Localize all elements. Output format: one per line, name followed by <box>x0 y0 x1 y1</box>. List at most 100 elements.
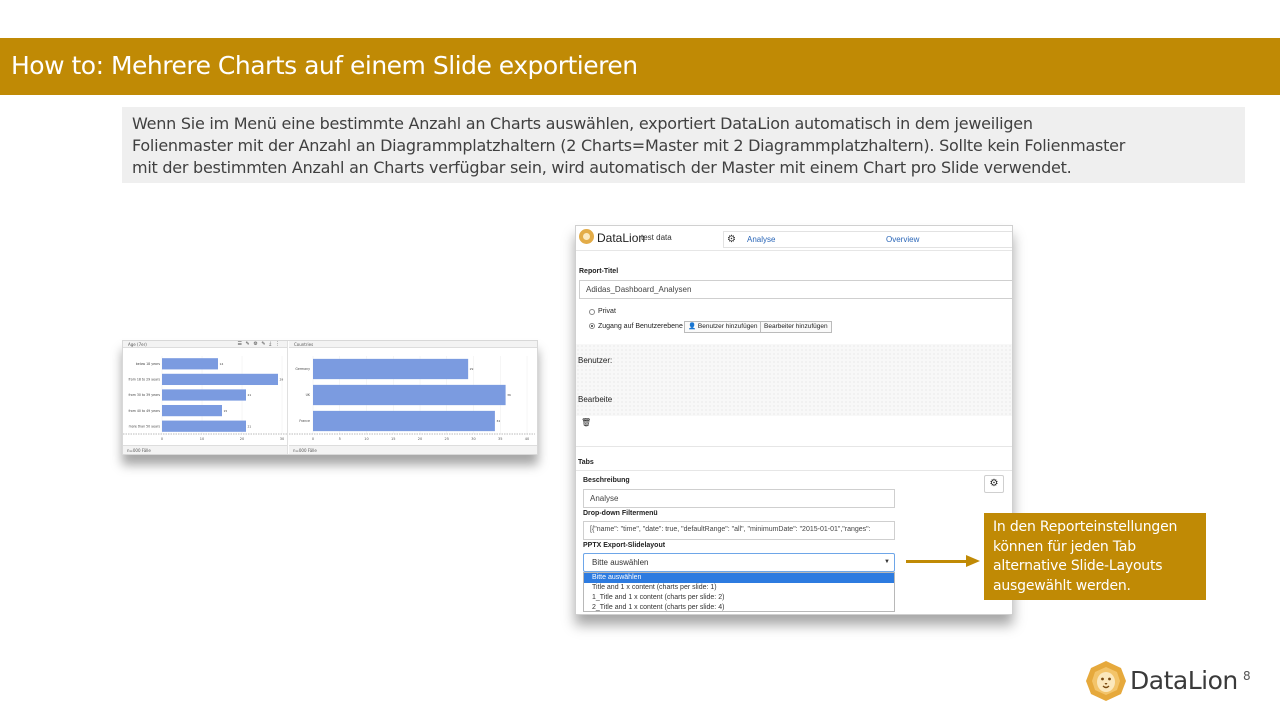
radio-private[interactable] <box>589 309 595 315</box>
bar <box>313 384 506 406</box>
app-brand: DataLion <box>597 231 646 245</box>
datalion-logo-icon <box>579 229 594 244</box>
radio-private-label: Privat <box>598 308 616 315</box>
page-number: 8 <box>1243 669 1251 683</box>
tick-label: 30 <box>471 437 475 441</box>
data-label: 36 <box>507 393 511 397</box>
callout-box: In den Reporteinstellungen können für je… <box>984 513 1206 600</box>
tick-label: 10 <box>200 437 204 441</box>
dropdown-filter-label: Drop-down Filtermenü <box>583 510 658 517</box>
bar <box>162 358 218 370</box>
users-area <box>576 344 1012 416</box>
add-editor-button[interactable]: Bearbeiter hinzufügen <box>760 321 832 333</box>
chart-panel-age: Age (7er) ☰ ✎ ⚙ ✎ ⤓ ⋮ 0 10 20 30 below 18 ye… <box>123 341 288 454</box>
info-line: Folienmaster mit der Anzahl an Diagrammp… <box>132 136 1126 155</box>
bar-chart-age: 0 10 20 30 below 18 years 14 from 18 to 29 yea… <box>123 356 288 441</box>
divider <box>576 446 1012 447</box>
charts-screenshot: Age (7er) ☰ ✎ ⚙ ✎ ⤓ ⋮ 0 10 20 30 below 18 ye… <box>122 340 538 455</box>
dropdown-option[interactable]: Title and 1 x content (charts per slide:… <box>584 583 894 593</box>
callout-line: können für jeden Tab <box>993 538 1136 555</box>
bar <box>162 420 246 432</box>
description-input[interactable]: Analyse <box>583 489 895 508</box>
tab-overview[interactable]: Overview <box>886 235 919 244</box>
tick-label: 0 <box>161 437 163 441</box>
report-title-input[interactable]: Adidas_Dashboard_Analysen <box>579 280 1012 299</box>
category-label: from 18 to 29 years <box>128 378 160 382</box>
tick-label: 20 <box>240 437 244 441</box>
gear-icon[interactable]: ⚙ <box>727 234 736 245</box>
data-label: 34 <box>496 419 500 423</box>
app-tabs: ⚙ Analyse Overview <box>723 231 1012 248</box>
slide: How to: Mehrere Charts auf einem Slide e… <box>0 0 1280 720</box>
info-line: mit der bestimmten Anzahl an Charts verf… <box>132 158 1072 177</box>
data-label: 21 <box>248 424 252 428</box>
category-label: UK <box>306 393 311 397</box>
tick-label: 10 <box>364 437 368 441</box>
divider <box>576 250 1012 251</box>
data-label: 21 <box>248 393 252 397</box>
dropdown-option[interactable]: Bitte auswählen <box>584 573 894 583</box>
chart-panel-footer: n=000 Fälle <box>289 445 537 454</box>
category-label: Germany <box>295 367 310 371</box>
dropdown-option[interactable]: 1_Title and 1 x content (charts per slid… <box>584 593 894 603</box>
dropdown-filter-input[interactable]: [{"name": "time", "date": true, "default… <box>583 521 895 540</box>
slide-title: How to: Mehrere Charts auf einem Slide e… <box>11 51 638 80</box>
data-label: 29 <box>470 367 474 371</box>
pptx-layout-label: PPTX Export-Slidelayout <box>583 542 666 549</box>
gear-icon: ⚙ <box>989 478 999 489</box>
info-box: Wenn Sie im Menü eine bestimmte Anzahl a… <box>122 107 1245 183</box>
chevron-down-icon: ▼ <box>884 559 890 565</box>
pptx-layout-select[interactable]: Bitte auswählen ▼ <box>583 553 895 572</box>
category-label: more than 50 years <box>129 424 161 428</box>
category-label: from 30 to 39 years <box>128 393 160 397</box>
chart-panel-header: Countries <box>289 341 537 348</box>
chart-panel-countries: Countries 0 5 10 15 20 25 30 35 40 Germany 29 UK 36 F… <box>289 341 537 454</box>
radio-user-access[interactable] <box>589 323 595 329</box>
callout-line: ausgewählt werden. <box>993 577 1131 594</box>
editors-label: Bearbeite <box>578 395 613 404</box>
tick-label: 30 <box>280 437 284 441</box>
data-label: 14 <box>220 362 224 366</box>
title-bar: How to: Mehrere Charts auf einem Slide e… <box>0 38 1280 95</box>
info-line: Wenn Sie im Menü eine bestimmte Anzahl a… <box>132 114 1033 133</box>
datalion-lion-logo-icon <box>1086 661 1126 701</box>
add-user-label: Benutzer hinzufügen <box>697 323 758 330</box>
report-title-label: Report-Titel <box>579 268 619 275</box>
category-label: from 40 to 49 years <box>128 409 160 413</box>
callout-line: alternative Slide-Layouts <box>993 558 1163 574</box>
chart-panel-footer: n=000 Fälle <box>123 445 287 454</box>
bar <box>162 404 222 417</box>
data-label: 29 <box>280 378 284 382</box>
bar <box>313 358 469 380</box>
footer-brand: DataLion <box>1130 666 1238 695</box>
category-label: France <box>299 419 310 423</box>
tick-label: 25 <box>445 437 449 441</box>
divider <box>576 470 1012 471</box>
user-icon: 👤 <box>688 323 697 330</box>
arrow-right-icon <box>966 555 980 567</box>
settings-gear-button[interactable]: ⚙ <box>984 475 1004 493</box>
chart-tools-icons[interactable]: ☰ ✎ ⚙ ✎ ⤓ ⋮ <box>237 341 281 348</box>
tick-label: 20 <box>418 437 422 441</box>
radio-user-access-label: Zugang auf Benutzerebene <box>598 323 683 330</box>
add-user-button[interactable]: 👤 Benutzer hinzufügen <box>684 321 762 333</box>
tick-label: 0 <box>312 437 314 441</box>
dropdown-option[interactable]: 2_Title and 1 x content (charts per slid… <box>584 603 894 613</box>
tick-label: 35 <box>498 437 502 441</box>
category-label: below 18 years <box>136 362 161 366</box>
tick-label: 40 <box>525 437 529 441</box>
bar <box>162 389 246 401</box>
callout-arrow-line <box>906 560 968 563</box>
bar <box>313 410 495 432</box>
pptx-layout-dropdown: Bitte auswählen Title and 1 x content (c… <box>583 572 895 612</box>
trash-icon[interactable]: 🗑 <box>581 418 591 427</box>
app-screenshot: DataLion test data ⚙ Analyse Overview Re… <box>575 225 1013 615</box>
tab-analyse[interactable]: Analyse <box>747 235 775 244</box>
bar-chart-countries: 0 5 10 15 20 25 30 35 40 Germany 29 UK 36 France 34 <box>289 356 535 441</box>
tick-label: 5 <box>339 437 341 441</box>
tick-label: 15 <box>391 437 395 441</box>
description-label: Beschreibung <box>583 477 630 484</box>
data-label: 15 <box>224 409 228 413</box>
pptx-layout-selected: Bitte auswählen <box>592 558 649 567</box>
callout-line: In den Reporteinstellungen <box>993 519 1178 535</box>
